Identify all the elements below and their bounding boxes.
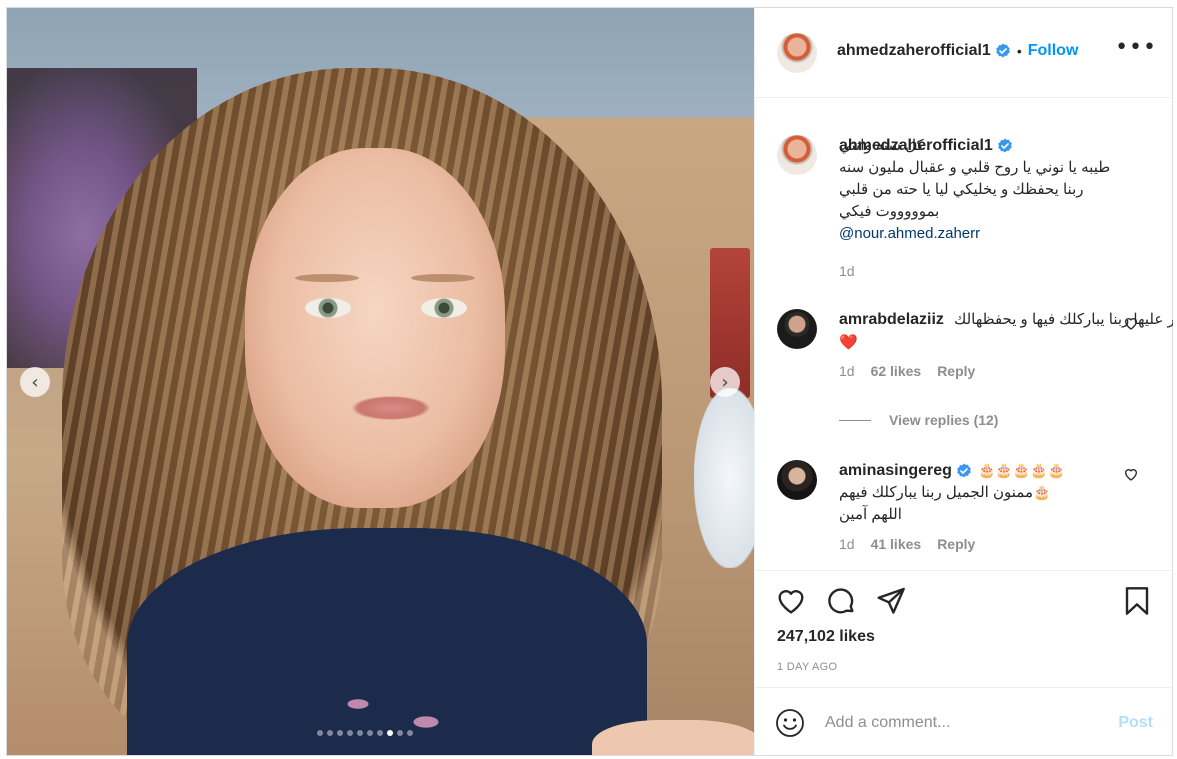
comment-icon[interactable] <box>825 585 857 617</box>
commenter-avatar[interactable] <box>777 309 817 349</box>
verified-icon <box>957 463 971 478</box>
chevron-right-icon: › <box>721 371 729 393</box>
chevron-left-icon: ‹ <box>31 371 39 393</box>
carousel-next-button[interactable]: › <box>710 367 740 397</box>
author-avatar[interactable] <box>777 33 817 73</box>
comment-text: الله اكبر عليها ربنا يباركلك فيها و يحفظ… <box>953 311 1173 328</box>
caption-mention[interactable]: @nour.ahmed.zaherr <box>839 223 1121 245</box>
comment-likes[interactable]: 62 likes <box>871 363 922 379</box>
comment-likes[interactable]: 41 likes <box>871 536 922 552</box>
likes-count[interactable]: 247,102 likes <box>777 628 875 646</box>
bookmark-icon[interactable] <box>1121 585 1153 617</box>
post-comment-button[interactable]: Post <box>1118 714 1153 732</box>
comments-section[interactable]: ahmedzaherofficial1 كل سنه وانتي طيبه يا… <box>755 99 1173 569</box>
instagram-post: ‹ › ahmedzaherofficial1 • Follow ••• ahm… <box>6 7 1173 756</box>
commenter-avatar[interactable] <box>777 460 817 500</box>
reply-button[interactable]: Reply <box>937 536 975 552</box>
carousel-dot[interactable] <box>367 730 373 736</box>
reply-button[interactable]: Reply <box>937 363 975 379</box>
caption-time[interactable]: 1d <box>839 263 855 279</box>
like-comment-heart-icon[interactable] <box>1123 315 1139 331</box>
post-photo[interactable]: ‹ › <box>7 8 754 755</box>
post-timestamp[interactable]: 1 DAY AGO <box>777 661 837 673</box>
add-comment-bar: Post <box>755 687 1173 755</box>
cake-emoji: 🎂 <box>1033 485 1051 501</box>
carousel-dot[interactable] <box>327 730 333 736</box>
carousel-dot[interactable] <box>347 730 353 736</box>
red-heart-emoji: ❤️ <box>839 333 858 351</box>
carousel-dot[interactable] <box>337 730 343 736</box>
comment-text-line2: اللهم آمين <box>839 506 902 523</box>
carousel-prev-button[interactable]: ‹ <box>20 367 50 397</box>
carousel-dot[interactable] <box>407 730 413 736</box>
carousel-dot[interactable] <box>357 730 363 736</box>
author-username[interactable]: ahmedzaherofficial1 <box>837 42 991 60</box>
verified-icon <box>998 138 1012 153</box>
commenter-username[interactable]: aminasingereg <box>839 460 952 482</box>
carousel-dot[interactable] <box>317 730 323 736</box>
view-replies-button[interactable]: View replies (12) <box>839 412 998 428</box>
post-header: ahmedzaherofficial1 • Follow ••• <box>755 8 1173 98</box>
carousel-dot[interactable] <box>387 730 393 736</box>
more-options-icon[interactable]: ••• <box>1115 37 1157 59</box>
post-sidebar: ahmedzaherofficial1 • Follow ••• ahmedza… <box>754 8 1173 755</box>
comment-time[interactable]: 1d <box>839 363 855 379</box>
share-icon[interactable] <box>875 585 907 617</box>
follow-button[interactable]: Follow <box>1028 42 1079 60</box>
emoji-icon[interactable] <box>775 708 805 738</box>
carousel-dot[interactable] <box>397 730 403 736</box>
commenter-username[interactable]: amrabdelaziiz <box>839 309 944 331</box>
carousel-indicator <box>317 730 413 736</box>
comment-text: ممنون الجميل ربنا يباركلك فيهم <box>839 484 1034 501</box>
comment-input[interactable] <box>825 708 1095 738</box>
cake-emojis: 🎂🎂🎂🎂🎂 <box>977 463 1066 479</box>
caption-avatar[interactable] <box>777 135 817 175</box>
post-actions: 247,102 likes 1 DAY AGO <box>755 570 1173 687</box>
carousel-dot[interactable] <box>377 730 383 736</box>
verified-icon <box>996 43 1010 58</box>
heart-icon[interactable] <box>775 585 807 617</box>
comment-time[interactable]: 1d <box>839 536 855 552</box>
like-comment-heart-icon[interactable] <box>1123 466 1139 482</box>
